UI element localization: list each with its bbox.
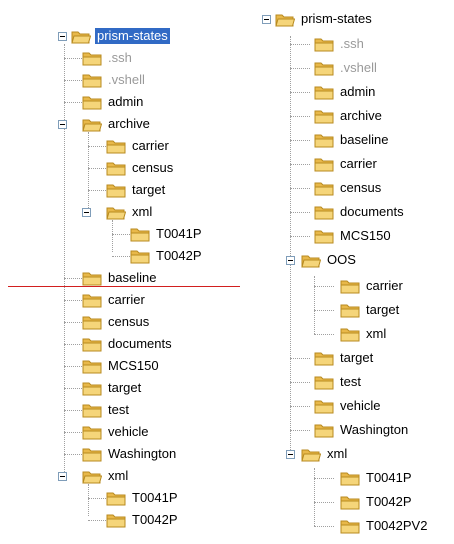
folder-icon — [340, 304, 360, 317]
tree-node-label[interactable]: baseline — [338, 132, 390, 148]
tree-node-label[interactable]: .vshell — [338, 60, 379, 76]
folder-icon — [314, 134, 334, 147]
tree-node[interactable]: baseline — [314, 130, 390, 150]
tree-node[interactable]: admin — [314, 82, 377, 102]
folder-icon — [340, 472, 360, 485]
tree-node[interactable]: T0042P — [340, 492, 414, 512]
folder-icon — [340, 280, 360, 293]
tree-node[interactable]: T0042PV2 — [340, 516, 429, 536]
folder-icon — [314, 230, 334, 243]
tree-node-label[interactable]: documents — [338, 204, 406, 220]
tree-node-label[interactable]: MCS150 — [338, 228, 393, 244]
collapse-toggle-icon[interactable] — [286, 255, 295, 265]
tree-node-label[interactable]: archive — [338, 108, 384, 124]
folder-icon — [314, 352, 334, 365]
tree-node-label[interactable]: T0042P — [364, 494, 414, 510]
tree-node[interactable]: archive — [314, 106, 384, 126]
tree-node[interactable]: .vshell — [314, 58, 379, 78]
folder-icon — [314, 38, 334, 51]
tree-node-label[interactable]: carrier — [338, 156, 379, 172]
tree-guide — [314, 468, 315, 526]
folder-icon — [314, 86, 334, 99]
tree-node[interactable]: T0041P — [340, 468, 414, 488]
tree-node-label[interactable]: .ssh — [338, 36, 366, 52]
tree-node[interactable]: carrier — [340, 276, 405, 296]
folder-icon — [314, 182, 334, 195]
folder-icon — [340, 328, 360, 341]
collapse-toggle-icon[interactable] — [262, 14, 271, 24]
tree-node[interactable]: Washington — [314, 420, 410, 440]
folder-icon — [314, 400, 334, 413]
tree-node[interactable]: .ssh — [314, 34, 366, 54]
tree-node[interactable]: carrier — [314, 154, 379, 174]
tree-node[interactable]: xml — [286, 444, 349, 464]
tree-node-label[interactable]: xml — [325, 446, 349, 462]
tree-node-label[interactable]: census — [338, 180, 383, 196]
tree-node-label[interactable]: prism-states — [299, 11, 374, 27]
tree-node[interactable]: vehicle — [314, 396, 382, 416]
folder-open-icon — [301, 449, 321, 461]
folder-open-icon — [275, 14, 295, 26]
folder-icon — [314, 376, 334, 389]
tree-node-label[interactable]: xml — [364, 326, 388, 342]
tree-node-label[interactable]: test — [338, 374, 363, 390]
folder-open-icon — [301, 255, 321, 267]
folder-icon — [340, 496, 360, 509]
tree-guide — [290, 36, 291, 456]
tree-node-label[interactable]: carrier — [364, 278, 405, 294]
tree-node-label[interactable]: T0041P — [364, 470, 414, 486]
tree-node[interactable]: target — [314, 348, 375, 368]
tree-node[interactable]: target — [340, 300, 401, 320]
tree-node-label[interactable]: vehicle — [338, 398, 382, 414]
tree-node[interactable]: OOS — [286, 250, 358, 270]
folder-icon — [314, 424, 334, 437]
tree-node-root[interactable]: prism-states — [262, 9, 374, 29]
tree-node[interactable]: xml — [340, 324, 388, 344]
tree-node[interactable]: MCS150 — [314, 226, 393, 246]
tree-node[interactable]: test — [314, 372, 363, 392]
collapse-toggle-icon[interactable] — [286, 449, 295, 459]
folder-icon — [314, 158, 334, 171]
tree-node-label[interactable]: target — [364, 302, 401, 318]
folder-icon — [314, 110, 334, 123]
folder-icon — [314, 206, 334, 219]
tree-node-label[interactable]: Washington — [338, 422, 410, 438]
tree-node-label[interactable]: T0042PV2 — [364, 518, 429, 534]
folder-icon — [340, 520, 360, 533]
right-folder-tree: prism-states .ssh .vshell admin archive … — [0, 0, 454, 544]
folder-icon — [314, 62, 334, 75]
tree-node-label[interactable]: OOS — [325, 252, 358, 268]
tree-node-label[interactable]: target — [338, 350, 375, 366]
tree-node[interactable]: census — [314, 178, 383, 198]
tree-node[interactable]: documents — [314, 202, 406, 222]
tree-guide — [314, 276, 315, 334]
tree-node-label[interactable]: admin — [338, 84, 377, 100]
